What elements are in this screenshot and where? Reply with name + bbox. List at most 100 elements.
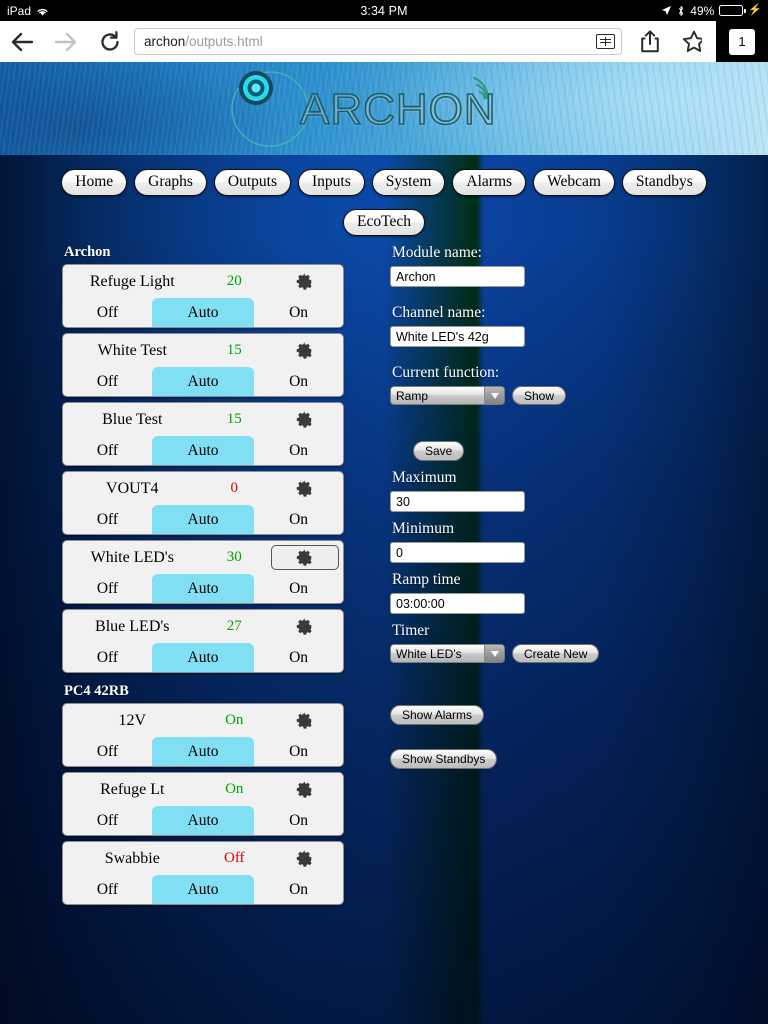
channel-detail-panel: Module name: Channel name: Current funct… — [390, 244, 730, 769]
nav-item-alarms[interactable]: Alarms — [452, 169, 527, 196]
timer-value: White LED's — [396, 646, 462, 661]
mode-off-button[interactable]: Off — [63, 436, 152, 465]
show-alarms-button[interactable]: Show Alarms — [390, 705, 485, 725]
nav-item-home[interactable]: Home — [61, 169, 128, 196]
mode-auto-button[interactable]: Auto — [151, 436, 255, 465]
output-card[interactable]: White LED's 30 Off Auto On — [62, 540, 344, 604]
gear-icon[interactable] — [271, 269, 339, 294]
group-title-archon: Archon — [64, 244, 111, 260]
output-value: 27 — [226, 618, 242, 634]
forward-button[interactable] — [44, 21, 88, 62]
output-mode-segments: Off Auto On — [63, 574, 343, 603]
module-name-input[interactable] — [390, 266, 525, 287]
gear-icon[interactable] — [271, 407, 339, 432]
mode-on-button[interactable]: On — [254, 298, 343, 327]
battery-percent-label: 49% — [690, 3, 715, 18]
channel-name-input[interactable] — [390, 326, 525, 347]
mode-auto-button[interactable]: Auto — [151, 806, 255, 835]
maximum-input[interactable] — [390, 491, 525, 512]
mode-auto-button[interactable]: Auto — [151, 875, 255, 904]
mode-on-button[interactable]: On — [254, 505, 343, 534]
mode-auto-button[interactable]: Auto — [151, 298, 255, 327]
mode-off-button[interactable]: Off — [63, 875, 152, 904]
timer-label: Timer — [392, 622, 430, 639]
output-name: White Test — [97, 341, 167, 359]
mode-on-button[interactable]: On — [254, 875, 343, 904]
address-bar[interactable]: archon/outputs.html — [134, 28, 622, 55]
output-card[interactable]: White Test 15 Off Auto On — [62, 333, 344, 397]
battery-icon — [719, 5, 746, 16]
mode-on-button[interactable]: On — [254, 643, 343, 672]
show-standbys-button[interactable]: Show Standbys — [390, 749, 498, 769]
output-card[interactable]: 12V On Off Auto On — [62, 703, 344, 767]
reader-view-icon[interactable] — [596, 34, 615, 49]
logo-text: ARCHON — [299, 85, 497, 134]
nav-item-standbys[interactable]: Standbys — [621, 169, 707, 196]
reload-icon — [101, 30, 119, 51]
gear-icon[interactable] — [271, 846, 339, 871]
browser-toolbar: archon/outputs.html — [0, 21, 768, 62]
tab-overview-button[interactable]: 1 — [716, 21, 768, 62]
mode-off-button[interactable]: Off — [63, 505, 152, 534]
mode-on-button[interactable]: On — [254, 367, 343, 396]
mode-off-button[interactable]: Off — [63, 806, 152, 835]
output-name: Swabbie — [104, 849, 160, 867]
output-card[interactable]: Swabbie Off Off Auto On — [62, 841, 344, 905]
output-card[interactable]: Refuge Light 20 Off Auto On — [62, 264, 344, 328]
output-card-header: White Test 15 — [63, 334, 343, 367]
mode-auto-button[interactable]: Auto — [151, 367, 255, 396]
ios-status-bar: iPad 3:34 PM 49% ⚡ — [0, 0, 768, 21]
back-button[interactable] — [0, 21, 44, 62]
ramp-time-input[interactable] — [390, 593, 525, 614]
timer-select[interactable]: White LED's — [390, 644, 505, 663]
nav-item-system[interactable]: System — [371, 169, 446, 196]
output-card[interactable]: Blue Test 15 Off Auto On — [62, 402, 344, 466]
share-button[interactable] — [628, 21, 672, 62]
output-card[interactable]: VOUT4 0 Off Auto On — [62, 471, 344, 535]
mode-off-button[interactable]: Off — [63, 643, 152, 672]
group-title-pc4: PC4 42RB — [64, 683, 129, 699]
show-button[interactable]: Show — [512, 386, 567, 405]
mode-auto-button[interactable]: Auto — [151, 737, 255, 766]
gear-icon[interactable] — [271, 708, 339, 733]
nav-item-ecotech[interactable]: EcoTech — [343, 209, 425, 236]
nav-item-webcam[interactable]: Webcam — [533, 169, 615, 196]
main-navigation-row-2: EcoTech — [0, 209, 768, 236]
mode-on-button[interactable]: On — [254, 806, 343, 835]
output-card-header: Blue Test 15 — [63, 403, 343, 436]
nav-item-inputs[interactable]: Inputs — [298, 169, 365, 196]
nav-item-graphs[interactable]: Graphs — [134, 169, 207, 196]
mode-on-button[interactable]: On — [254, 574, 343, 603]
output-card-header: Refuge Light 20 — [63, 265, 343, 298]
mode-off-button[interactable]: Off — [63, 298, 152, 327]
output-card-header: Blue LED's 27 — [63, 610, 343, 643]
mode-auto-button[interactable]: Auto — [151, 505, 255, 534]
site-header-banner: ARCHON — [0, 62, 768, 155]
mode-off-button[interactable]: Off — [63, 737, 152, 766]
mode-auto-button[interactable]: Auto — [151, 643, 255, 672]
save-button[interactable]: Save — [413, 441, 465, 461]
ramp-time-label: Ramp time — [392, 571, 461, 588]
gear-icon[interactable] — [271, 614, 339, 639]
mode-off-button[interactable]: Off — [63, 367, 152, 396]
module-name-label: Module name: — [392, 244, 482, 261]
share-icon — [641, 30, 659, 53]
output-card-header: VOUT4 0 — [63, 472, 343, 505]
nav-item-outputs[interactable]: Outputs — [213, 169, 292, 196]
minimum-input[interactable] — [390, 542, 525, 563]
gear-icon[interactable] — [270, 545, 339, 570]
mode-on-button[interactable]: On — [254, 737, 343, 766]
gear-icon[interactable] — [271, 476, 339, 501]
mode-off-button[interactable]: Off — [63, 574, 152, 603]
mode-auto-button[interactable]: Auto — [151, 574, 255, 603]
output-card-header: Swabbie Off — [63, 842, 343, 875]
current-function-select[interactable]: Ramp — [390, 386, 505, 405]
gear-icon[interactable] — [271, 777, 339, 802]
create-new-button[interactable]: Create New — [512, 644, 600, 663]
gear-icon[interactable] — [271, 338, 339, 363]
output-card[interactable]: Refuge Lt On Off Auto On — [62, 772, 344, 836]
reload-button[interactable] — [88, 21, 132, 62]
output-card[interactable]: Blue LED's 27 Off Auto On — [62, 609, 344, 673]
outputs-list: Archon Refuge Light 20 Off Auto On White… — [62, 244, 344, 910]
mode-on-button[interactable]: On — [254, 436, 343, 465]
